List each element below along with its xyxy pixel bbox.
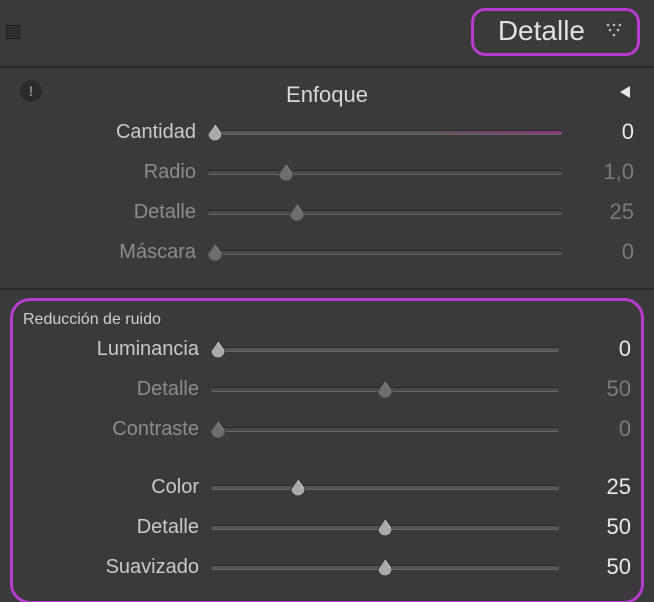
sharpening-slider[interactable] bbox=[208, 121, 562, 143]
collapse-triangle-icon[interactable] bbox=[618, 84, 634, 105]
detail-panel: Detalle ! Enfoque Cantidad 0Rad bbox=[0, 0, 654, 602]
noise-color-row: Detalle 50 bbox=[23, 507, 631, 547]
sharpening-section: ! Enfoque Cantidad 0Radio 1,0Detalle 25M… bbox=[0, 68, 654, 290]
noise-color-slider[interactable] bbox=[211, 476, 559, 498]
slider-thumb-icon bbox=[276, 162, 296, 182]
sharpening-row: Detalle 25 bbox=[20, 192, 634, 232]
noise-luminance-slider bbox=[211, 418, 559, 440]
noise-luminance-slider bbox=[211, 378, 559, 400]
sharpening-row: Cantidad 0 bbox=[20, 112, 634, 152]
sharpening-value[interactable]: 0 bbox=[574, 119, 634, 145]
warning-icon[interactable]: ! bbox=[20, 80, 42, 102]
slider-thumb-icon[interactable] bbox=[208, 339, 228, 359]
sharpening-value: 0 bbox=[574, 239, 634, 265]
noise-color-label: Color bbox=[23, 476, 199, 499]
preview-thumb[interactable] bbox=[6, 25, 20, 39]
sharpening-label: Cantidad bbox=[20, 121, 196, 144]
noise-color-value[interactable]: 25 bbox=[571, 474, 631, 500]
noise-color-row: Suavizado 50 bbox=[23, 547, 631, 587]
noise-luminance-label: Luminancia bbox=[23, 338, 199, 361]
sharpening-label: Radio bbox=[20, 161, 196, 184]
noise-color-slider[interactable] bbox=[211, 516, 559, 538]
noise-color-value[interactable]: 50 bbox=[571, 514, 631, 540]
noise-luminance-value: 50 bbox=[571, 376, 631, 402]
noise-luminance-row: Contraste 0 bbox=[23, 409, 631, 449]
slider-thumb-icon[interactable] bbox=[205, 122, 225, 142]
noise-luminance-label: Contraste bbox=[23, 418, 199, 441]
panel-header: Detalle bbox=[0, 0, 654, 68]
sharpening-slider bbox=[208, 201, 562, 223]
noise-luminance-row: Luminancia 0 bbox=[23, 329, 631, 369]
noise-color-label: Detalle bbox=[23, 516, 199, 539]
sharpening-value: 25 bbox=[574, 199, 634, 225]
noise-luminance-row: Detalle 50 bbox=[23, 369, 631, 409]
slider-thumb-icon bbox=[375, 379, 395, 399]
panel-title[interactable]: Detalle bbox=[498, 15, 585, 47]
noise-luminance-value: 0 bbox=[571, 416, 631, 442]
filter-icon[interactable] bbox=[605, 22, 623, 40]
noise-color-label: Suavizado bbox=[23, 556, 199, 579]
slider-thumb-icon[interactable] bbox=[375, 517, 395, 537]
slider-thumb-icon bbox=[205, 242, 225, 262]
noise-reduction-section: Reducción de ruido Luminancia 0Detalle 5… bbox=[10, 298, 644, 602]
slider-thumb-icon bbox=[287, 202, 307, 222]
noise-luminance-value[interactable]: 0 bbox=[571, 336, 631, 362]
panel-title-outline: Detalle bbox=[471, 8, 640, 56]
noise-color-slider[interactable] bbox=[211, 556, 559, 578]
sharpening-label: Detalle bbox=[20, 201, 196, 224]
sharpening-slider bbox=[208, 241, 562, 263]
noise-luminance-slider[interactable] bbox=[211, 338, 559, 360]
sharpening-label: Máscara bbox=[20, 241, 196, 264]
noise-color-row: Color 25 bbox=[23, 467, 631, 507]
sharpening-slider bbox=[208, 161, 562, 183]
noise-header: Reducción de ruido bbox=[23, 311, 631, 329]
noise-luminance-label: Detalle bbox=[23, 378, 199, 401]
sharpening-title: Enfoque bbox=[286, 82, 368, 108]
slider-thumb-icon bbox=[208, 419, 228, 439]
slider-thumb-icon[interactable] bbox=[375, 557, 395, 577]
sharpening-row: Máscara 0 bbox=[20, 232, 634, 272]
noise-title: Reducción de ruido bbox=[23, 311, 631, 329]
sharpening-header: ! Enfoque bbox=[20, 78, 634, 112]
sharpening-row: Radio 1,0 bbox=[20, 152, 634, 192]
slider-thumb-icon[interactable] bbox=[288, 477, 308, 497]
sharpening-value: 1,0 bbox=[574, 159, 634, 185]
noise-color-value[interactable]: 50 bbox=[571, 554, 631, 580]
